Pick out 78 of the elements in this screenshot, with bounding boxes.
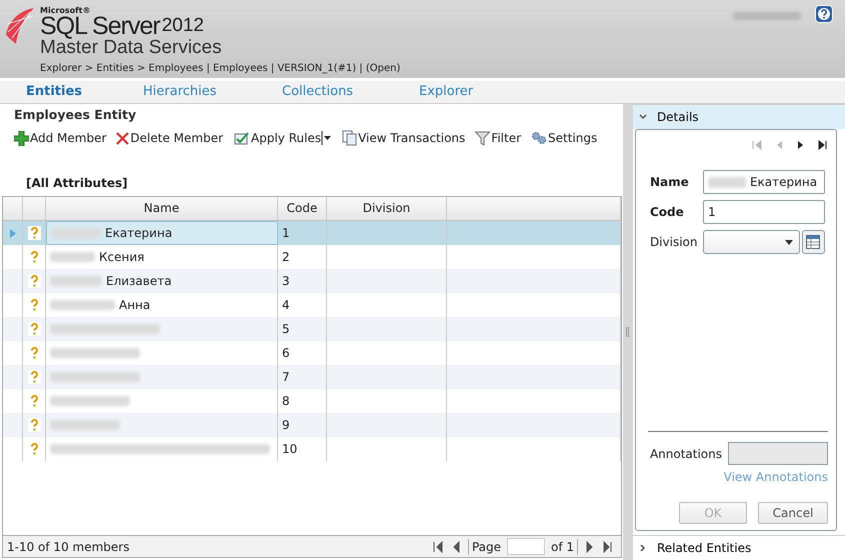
question-icon <box>28 226 40 240</box>
brand-caption: Microsoft® <box>40 6 92 15</box>
table-cell: Анна <box>119 298 150 312</box>
field-label: Name <box>650 175 690 189</box>
table-cell: 8 <box>282 394 290 408</box>
row-pointer-icon <box>10 228 16 238</box>
table-row[interactable]: 9 <box>3 413 622 437</box>
annotations-field[interactable] <box>728 442 828 465</box>
cross-icon <box>116 132 130 144</box>
column-header <box>3 197 23 221</box>
question-icon <box>28 274 40 288</box>
brand-title: SQL Server <box>40 15 160 37</box>
table-row[interactable]: 5 <box>3 317 622 341</box>
table-cell: 2 <box>282 250 290 264</box>
field-label: Code <box>650 205 685 219</box>
input-field[interactable]: Екатерина <box>702 170 825 194</box>
question-icon <box>28 370 40 384</box>
toolbar-button[interactable]: View Transactions <box>342 130 466 146</box>
toolbar-button[interactable]: Apply Rules <box>233 130 322 146</box>
chevron-down-icon <box>638 114 647 120</box>
redacted-text <box>708 176 746 188</box>
toolbar-button[interactable]: Settings <box>531 130 598 146</box>
table-cell: 3 <box>282 274 290 288</box>
toolbar-button[interactable]: Filter <box>475 130 522 146</box>
logo-icon <box>4 6 36 46</box>
details-header[interactable]: Details <box>632 104 845 129</box>
nav-tab[interactable]: Explorer <box>419 81 539 103</box>
table-cell: 10 <box>282 442 298 456</box>
nav-tab[interactable]: Hierarchies <box>143 81 282 103</box>
help-icon[interactable] <box>815 5 833 23</box>
dialog-button[interactable]: Cancel <box>758 502 828 524</box>
documents-icon <box>342 130 358 146</box>
table-cell: 5 <box>282 322 290 336</box>
page-total: of 1 <box>551 540 574 554</box>
column-header[interactable]: Code <box>278 197 327 221</box>
page-label: Page <box>472 540 501 554</box>
nav-tab[interactable]: Collections <box>282 81 419 103</box>
toolbar-button[interactable]: Delete Member <box>116 130 224 146</box>
table-icon <box>806 235 820 249</box>
entity-title: Employees Entity <box>13 106 138 124</box>
table-cell: 9 <box>282 418 290 432</box>
funnel-icon <box>475 130 490 146</box>
dropdown-field[interactable] <box>702 230 800 254</box>
table-row[interactable]: Елизавета 3 <box>3 269 622 293</box>
brand-year: 2012 <box>162 15 204 37</box>
breadcrumb: Explorer > Entities > Employees | Employees | VERSION_1(#1) | (Open) <box>40 63 400 74</box>
table-cell: 6 <box>282 346 290 360</box>
table-cell: 7 <box>282 370 290 384</box>
last-record-icon[interactable] <box>818 140 828 150</box>
table-cell: 1 <box>282 226 290 240</box>
redacted-user <box>733 12 801 20</box>
field-label: Annotations <box>650 446 722 460</box>
table-cell: 4 <box>282 298 290 312</box>
table-cell: Екатерина <box>105 226 172 240</box>
caret-icon <box>784 240 793 244</box>
dropdown-button[interactable] <box>321 130 332 146</box>
input-field[interactable]: 1 <box>702 200 825 224</box>
question-icon <box>28 322 40 336</box>
toolbar-button[interactable]: Add Member <box>14 130 106 146</box>
column-header[interactable]: Name <box>46 197 278 221</box>
field-label: Division <box>650 235 698 249</box>
column-header[interactable]: Division <box>327 197 447 221</box>
question-icon <box>28 418 40 432</box>
checklist-icon <box>233 130 250 146</box>
page-input[interactable] <box>507 538 545 555</box>
member-count: 1-10 of 10 members <box>7 540 130 554</box>
table-cell: Елизавета <box>106 274 172 288</box>
gears-icon <box>531 131 548 145</box>
column-header <box>23 197 46 221</box>
attribute-set-label: [All Attributes] <box>26 176 129 190</box>
nav-tab[interactable]: Entities <box>26 81 143 103</box>
table-row[interactable]: Екатерина 1 <box>3 221 622 245</box>
plus-icon <box>14 130 29 146</box>
caret-icon <box>321 131 332 145</box>
lookup-button[interactable] <box>802 230 825 254</box>
table-row[interactable]: 7 <box>3 365 622 389</box>
chevron-right-icon <box>638 545 647 551</box>
table-cell: Ксения <box>99 250 144 264</box>
